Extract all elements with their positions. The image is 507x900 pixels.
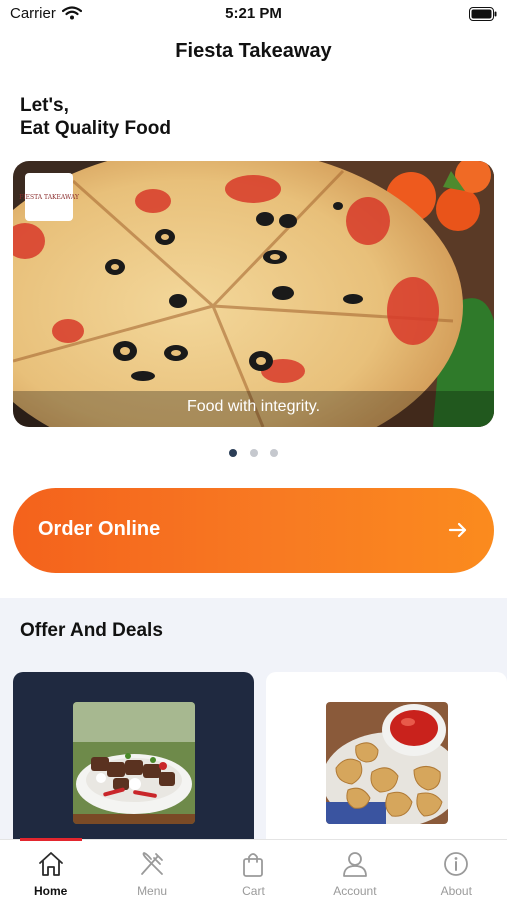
battery-icon [469,7,497,26]
tab-label-about: About [440,884,472,898]
tab-menu[interactable]: Menu [101,840,202,900]
order-online-button[interactable]: Order Online [13,488,494,573]
slide-dot-2[interactable] [249,449,258,457]
nuggets-image [326,702,448,824]
tab-cart[interactable]: Cart [203,840,304,900]
tab-label-home: Home [34,884,68,898]
hero-slider[interactable]: FIESTA TAKEAWAY Food with integrity. [13,161,494,427]
home-icon [37,850,65,883]
tab-label-account: Account [333,884,377,898]
offers-title: Offer And Deals [20,620,163,641]
logo-text: FIESTA TAKEAWAY [19,193,79,201]
greeting-heading: Let's, Eat Quality Food [20,94,171,140]
order-online-label: Order Online [38,518,161,540]
deal-card[interactable] [266,672,507,852]
greeting-line-1: Let's, [20,95,69,116]
kebab-plate-image [73,702,195,824]
tab-home[interactable]: Home [0,840,101,900]
greeting-line-2: Eat Quality Food [20,118,171,139]
arrow-right-icon [448,520,468,545]
tab-about[interactable]: About [406,840,507,900]
pizza-image [13,161,494,427]
tab-bar: Home Menu Cart Account About [0,838,507,900]
hero-caption: Food with integrity. [13,391,494,427]
tab-account[interactable]: Account [304,840,405,900]
restaurant-logo: FIESTA TAKEAWAY [19,173,79,221]
page-title: Fiesta Takeaway [175,40,332,62]
shopping-bag-icon [239,850,267,883]
tab-label-menu: Menu [137,884,168,898]
slider-pagination[interactable] [0,444,507,462]
tab-label-cart: Cart [242,884,265,898]
slide-dot-3[interactable] [269,449,278,457]
slide-dot-1[interactable] [229,449,238,457]
status-time: 5:21 PM [225,5,282,22]
deal-card[interactable] [13,672,254,852]
info-icon [442,850,470,883]
status-bar: Carrier 5:21 PM [0,0,507,28]
person-icon [341,850,369,883]
fork-knife-icon [138,850,166,883]
